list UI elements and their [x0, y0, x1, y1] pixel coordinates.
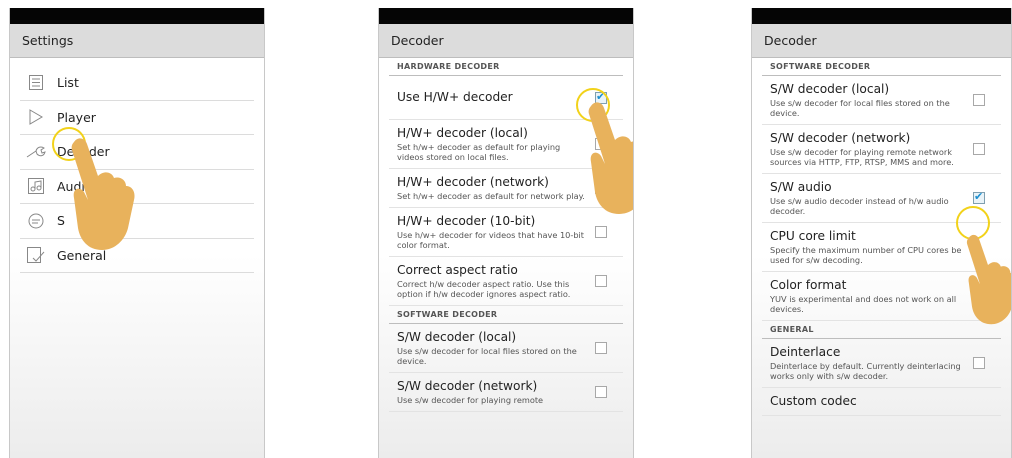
menu-item-label: S — [57, 213, 65, 229]
pref-title: S/W decoder (local) — [397, 330, 517, 344]
pref-hw-plus-decoder-local[interactable]: H/W+ decoder (local) Set h/w+ decoder as… — [389, 120, 623, 169]
action-bar: Settings — [10, 24, 264, 58]
action-bar: Decoder — [379, 24, 633, 58]
menu-item-label: General — [57, 247, 107, 263]
pref-summary: Set h/w+ decoder as default for playing … — [397, 142, 561, 162]
pref-title: Deinterlace — [770, 345, 841, 359]
checkbox[interactable] — [595, 275, 607, 287]
pref-custom-codec[interactable]: Custom codec — [762, 388, 1001, 416]
pref-title: H/W+ decoder (local) — [397, 126, 528, 140]
menu-item-decoder[interactable]: Decoder — [20, 135, 254, 170]
play-icon — [25, 107, 47, 127]
music-icon — [25, 176, 47, 196]
pref-sw-decoder-local[interactable]: S/W decoder (local) Use s/w decoder for … — [389, 324, 623, 373]
pref-summary: Specify the maximum number of CPU cores … — [770, 245, 962, 265]
pref-summary: YUV is experimental and does not work on… — [770, 294, 957, 314]
pref-color-format[interactable]: Color format YUV is experimental and doe… — [762, 272, 1001, 321]
menu-item-label: List — [57, 75, 79, 91]
section-header-hardware-decoder: HARDWARE DECODER — [389, 58, 623, 76]
pref-title: H/W+ decoder (network) — [397, 175, 549, 189]
preference-list: SOFTWARE DECODER S/W decoder (local) Use… — [752, 58, 1011, 416]
page-title: Decoder — [764, 33, 817, 48]
pref-sw-decoder-local[interactable]: S/W decoder (local) Use s/w decoder for … — [762, 76, 1001, 125]
page-title: Settings — [22, 33, 74, 48]
checkbox[interactable] — [973, 143, 985, 155]
pref-cpu-core-limit[interactable]: CPU core limit Specify the maximum numbe… — [762, 223, 1001, 272]
checkbox-checked[interactable] — [595, 90, 607, 104]
checkbox[interactable] — [595, 226, 607, 238]
pref-title: S/W decoder (network) — [770, 131, 911, 145]
pref-use-hw-plus-decoder[interactable]: Use H/W+ decoder — [389, 76, 623, 120]
settings-menu: List Player Decoder Audio S General — [10, 58, 264, 273]
pref-hw-plus-decoder-network[interactable]: H/W+ decoder (network) Set h/w+ decoder … — [389, 169, 623, 208]
pref-summary: Set h/w+ decoder as default for network … — [397, 191, 585, 201]
checkbox[interactable] — [595, 182, 607, 194]
section-header-general: GENERAL — [762, 321, 1001, 339]
checkbox[interactable] — [973, 357, 985, 369]
menu-item-label: Player — [57, 109, 96, 125]
menu-item-subtitle[interactable]: S — [20, 204, 254, 239]
pref-summary: Correct h/w decoder aspect ratio. Use th… — [397, 279, 571, 299]
pref-hw-plus-decoder-10bit[interactable]: H/W+ decoder (10-bit) Use h/w+ decoder f… — [389, 208, 623, 257]
pref-deinterlace[interactable]: Deinterlace Deinterlace by default. Curr… — [762, 339, 1001, 388]
action-bar: Decoder — [752, 24, 1011, 58]
checkbox[interactable] — [595, 342, 607, 354]
pref-summary: Use h/w+ decoder for videos that have 10… — [397, 230, 585, 250]
subtitle-icon — [25, 211, 47, 231]
checkbox[interactable] — [595, 138, 607, 150]
preference-list: HARDWARE DECODER Use H/W+ decoder H/W+ d… — [379, 58, 633, 412]
pref-title: CPU core limit — [770, 229, 856, 243]
checkbox-checked[interactable] — [973, 190, 985, 204]
checkbox[interactable] — [595, 386, 607, 398]
pref-sw-decoder-network[interactable]: S/W decoder (network) Use s/w decoder fo… — [389, 373, 623, 412]
pref-title: S/W decoder (network) — [397, 379, 538, 393]
general-icon — [25, 245, 47, 265]
menu-item-audio[interactable]: Audio — [20, 170, 254, 204]
pref-title: Color format — [770, 278, 847, 292]
pref-title: S/W decoder (local) — [770, 82, 890, 96]
menu-item-general[interactable]: General — [20, 239, 254, 273]
pref-summary: Use s/w decoder for local files stored o… — [397, 346, 577, 366]
pref-title: S/W audio — [770, 180, 832, 194]
decoder-screen-hardware: Decoder HARDWARE DECODER Use H/W+ decode… — [378, 8, 634, 458]
status-bar — [10, 8, 264, 24]
list-icon — [25, 73, 47, 93]
pref-summary: Use s/w decoder for playing remote — [397, 395, 544, 405]
status-bar — [752, 8, 1011, 24]
checkbox[interactable] — [973, 94, 985, 106]
settings-screen: Settings List Player Decoder Audio S Gen… — [9, 8, 265, 458]
pref-title: Use H/W+ decoder — [397, 90, 513, 104]
menu-item-list[interactable]: List — [20, 66, 254, 101]
pref-sw-decoder-network[interactable]: S/W decoder (network) Use s/w decoder fo… — [762, 125, 1001, 174]
pref-title: H/W+ decoder (10-bit) — [397, 214, 536, 228]
menu-item-label: Audio — [57, 178, 93, 194]
menu-item-player[interactable]: Player — [20, 101, 254, 135]
pref-title: Custom codec — [770, 394, 857, 408]
pref-sw-audio[interactable]: S/W audio Use s/w audio decoder instead … — [762, 174, 1001, 223]
section-header-software-decoder: SOFTWARE DECODER — [389, 306, 623, 324]
status-bar — [379, 8, 633, 24]
wrench-icon — [25, 142, 47, 162]
menu-item-label: Decoder — [57, 144, 110, 160]
decoder-screen-software: Decoder SOFTWARE DECODER S/W decoder (lo… — [751, 8, 1012, 458]
pref-summary: Use s/w decoder for playing remote netwo… — [770, 147, 954, 167]
pref-summary: Deinterlace by default. Currently deinte… — [770, 361, 961, 381]
pref-summary: Use s/w decoder for local files stored o… — [770, 98, 950, 118]
pref-correct-aspect-ratio[interactable]: Correct aspect ratio Correct h/w decoder… — [389, 257, 623, 306]
pref-title: Correct aspect ratio — [397, 263, 518, 277]
page-title: Decoder — [391, 33, 444, 48]
pref-summary: Use s/w audio decoder instead of h/w aud… — [770, 196, 949, 216]
section-header-software-decoder: SOFTWARE DECODER — [762, 58, 1001, 76]
